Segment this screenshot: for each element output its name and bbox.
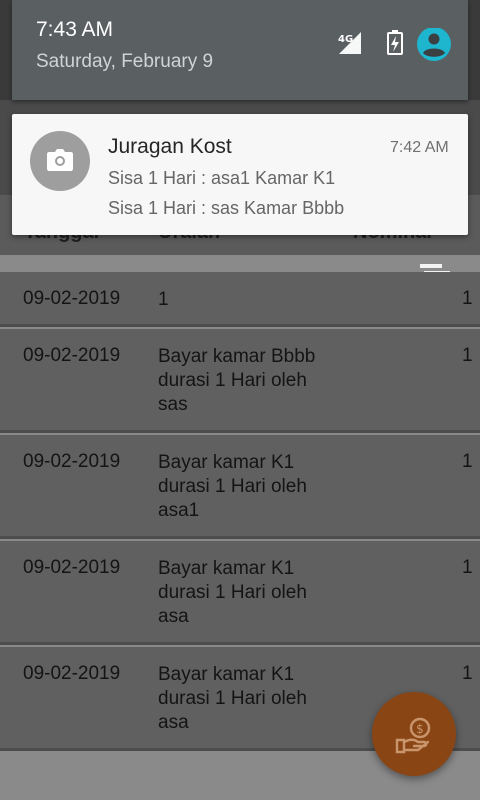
notification-card[interactable]: Juragan Kost 7:42 AM Sisa 1 Hari : asa1 …: [12, 114, 468, 235]
row-date: 09-02-2019: [23, 663, 121, 684]
notification-title: Juragan Kost: [108, 135, 232, 158]
table-row[interactable]: 09-02-2019 Bayar kamar K1 durasi 1 Hari …: [0, 435, 480, 539]
table-row[interactable]: 09-02-2019 Bayar kamar Bbbb durasi 1 Har…: [0, 329, 480, 433]
row-amount: 1: [462, 345, 473, 366]
clock-time: 7:43 AM: [36, 18, 114, 41]
row-description: Bayar kamar Bbbb durasi 1 Hari oleh sas: [158, 346, 316, 415]
row-date: 09-02-2019: [23, 451, 121, 472]
row-date: 09-02-2019: [23, 288, 121, 309]
clock-date: Saturday, February 9: [36, 51, 214, 72]
notification-text-line: Sisa 1 Hari : sas Kamar Bbbb: [108, 198, 345, 218]
row-date: 09-02-2019: [23, 557, 121, 578]
row-amount: 1: [462, 451, 473, 472]
table-row[interactable]: 09-02-2019 1 1: [0, 272, 480, 327]
row-description: Bayar kamar K1 durasi 1 Hari oleh asa: [158, 664, 307, 733]
row-amount: 1: [462, 557, 473, 578]
camera-icon: [47, 149, 73, 171]
pay-money-icon: $: [395, 717, 431, 754]
notification-app-icon: [30, 131, 90, 191]
quick-status-panel[interactable]: 7:43 AM Saturday, February 9 4G: [12, 0, 468, 100]
row-amount: 1: [462, 663, 473, 684]
row-description: Bayar kamar K1 durasi 1 Hari oleh asa1: [158, 452, 307, 521]
row-amount: 1: [462, 288, 473, 309]
pay-button[interactable]: $: [372, 692, 456, 776]
row-description: 1: [158, 289, 169, 310]
status-icons: 4G: [338, 28, 451, 61]
notification-text-line: Sisa 1 Hari : asa1 Kamar K1: [108, 168, 336, 188]
table-row[interactable]: 09-02-2019 Bayar kamar K1 durasi 1 Hari …: [0, 541, 480, 645]
svg-text:$: $: [416, 722, 424, 736]
row-date: 09-02-2019: [23, 345, 121, 366]
account-icon: [417, 28, 451, 61]
notification-time: 7:42 AM: [390, 139, 449, 156]
battery-charging-icon: [387, 30, 403, 55]
row-description: Bayar kamar K1 durasi 1 Hari oleh asa: [158, 558, 307, 627]
